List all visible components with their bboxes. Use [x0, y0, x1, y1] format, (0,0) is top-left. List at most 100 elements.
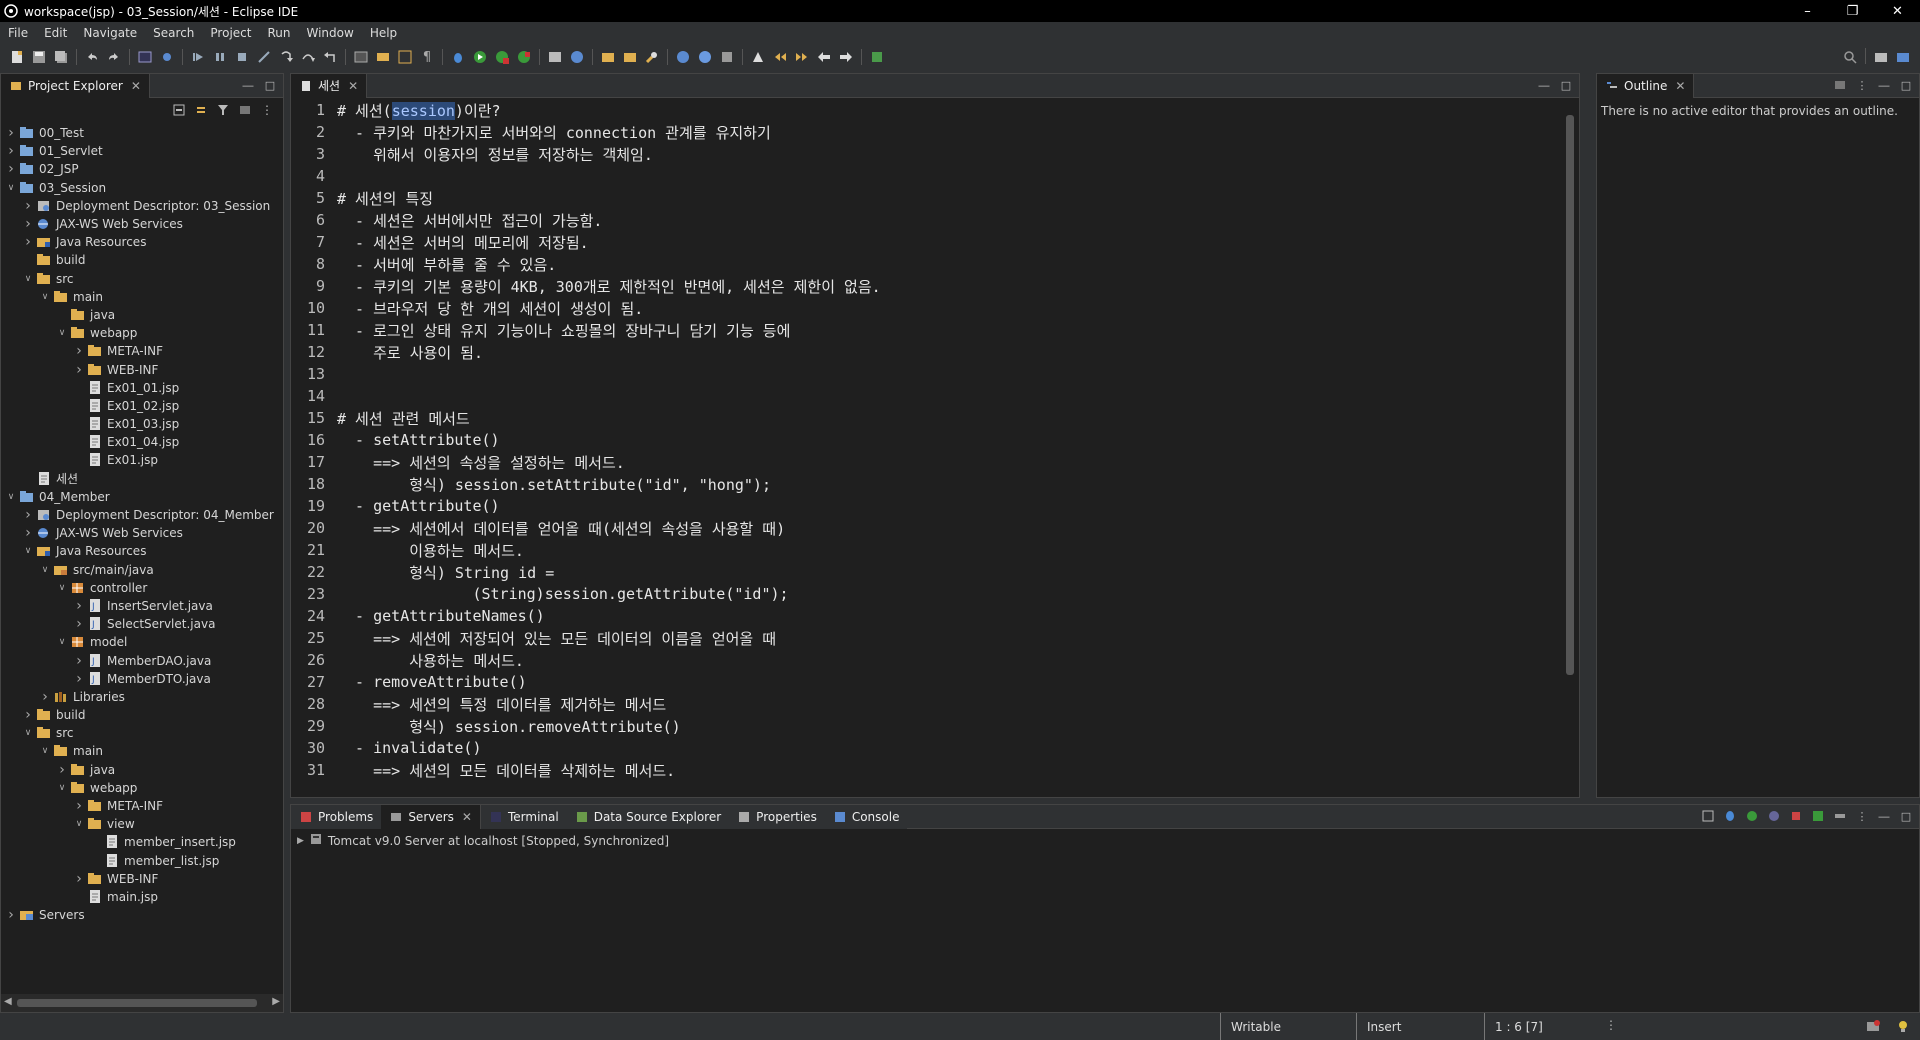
code-line[interactable]: 19 - getAttribute(): [291, 495, 1561, 517]
profile-server-icon[interactable]: [1767, 809, 1781, 823]
scroll-right-icon[interactable]: ▶: [272, 996, 280, 1007]
chevron-down-icon[interactable]: ∨: [22, 546, 34, 556]
focus-icon[interactable]: [237, 102, 253, 118]
minimize-button[interactable]: –: [1785, 0, 1830, 22]
debug-icon[interactable]: [449, 48, 467, 66]
chevron-down-icon[interactable]: ∨: [56, 637, 68, 647]
tree-item[interactable]: member_insert.jsp: [1, 833, 283, 851]
open-type-icon[interactable]: [374, 48, 392, 66]
focus-icon[interactable]: [1833, 78, 1847, 92]
new-server-icon[interactable]: [546, 48, 564, 66]
coverage-icon[interactable]: [493, 48, 511, 66]
new-icon[interactable]: [8, 48, 26, 66]
chevron-right-icon[interactable]: ›: [22, 507, 34, 523]
chevron-down-icon[interactable]: ∨: [22, 728, 34, 738]
view-menu-icon[interactable]: ⋮: [1855, 809, 1869, 823]
scroll-left-icon[interactable]: ◀: [4, 996, 12, 1007]
chevron-down-icon[interactable]: ∨: [73, 819, 85, 829]
tree-item[interactable]: › WEB-INF: [1, 360, 283, 378]
chevron-right-icon[interactable]: ›: [73, 871, 85, 887]
chevron-down-icon[interactable]: ∨: [56, 583, 68, 593]
code-line[interactable]: 15 # 세션 관련 메서드: [291, 407, 1561, 429]
chevron-right-icon[interactable]: ›: [73, 343, 85, 359]
redo-icon[interactable]: [105, 48, 123, 66]
search-toolbar-icon[interactable]: [643, 48, 661, 66]
close-icon[interactable]: ✕: [131, 79, 141, 93]
code-line[interactable]: 2 - 쿠키와 마찬가지로 서버와의 connection 관계를 유지하기: [291, 121, 1561, 143]
open-perspective-icon[interactable]: [1872, 48, 1890, 66]
tree-item[interactable]: › build: [1, 706, 283, 724]
tree-item[interactable]: › JAX-WS Web Services: [1, 215, 283, 233]
close-icon[interactable]: ✕: [462, 810, 472, 824]
tree-item[interactable]: ∨ 04_Member: [1, 488, 283, 506]
tab-properties[interactable]: Properties: [729, 804, 825, 829]
tab-console[interactable]: Console: [824, 804, 908, 829]
menu-run[interactable]: Run: [259, 26, 298, 40]
tree-item[interactable]: › J InsertServlet.java: [1, 597, 283, 615]
code-line[interactable]: 18 형식) session.setAttribute("id", "hong"…: [291, 473, 1561, 495]
chevron-right-icon[interactable]: ›: [22, 216, 34, 232]
code-line[interactable]: 27 - removeAttribute(): [291, 671, 1561, 693]
tree-item[interactable]: › 02_JSP: [1, 160, 283, 178]
chevron-right-icon[interactable]: ›: [5, 143, 17, 159]
chevron-right-icon[interactable]: ›: [5, 125, 17, 141]
status-cursor-position[interactable]: 1 : 6 [7]: [1484, 1013, 1604, 1040]
chevron-right-icon[interactable]: ›: [73, 362, 85, 378]
java-ee-perspective-icon[interactable]: [1894, 48, 1912, 66]
menu-project[interactable]: Project: [202, 26, 259, 40]
chevron-down-icon[interactable]: ∨: [39, 292, 51, 302]
tree-item[interactable]: › Servers: [1, 906, 283, 924]
resume-icon[interactable]: [189, 48, 207, 66]
maximize-view-icon[interactable]: □: [263, 78, 277, 92]
disconnect-icon[interactable]: [255, 48, 273, 66]
code-line[interactable]: 10 - 브라우저 당 한 개의 세션이 생성이 됨.: [291, 297, 1561, 319]
tree-item[interactable]: member_list.jsp: [1, 852, 283, 870]
tree-item[interactable]: › Deployment Descriptor: 04_Member: [1, 506, 283, 524]
status-insert-mode[interactable]: Insert: [1356, 1013, 1484, 1040]
code-line[interactable]: 1 # 세션(session)이란?: [291, 99, 1561, 121]
code-line[interactable]: 22 형식) String id =: [291, 561, 1561, 583]
minimize-view-icon[interactable]: ―: [1877, 809, 1891, 823]
code-line[interactable]: 24 - getAttributeNames(): [291, 605, 1561, 627]
debug-server-icon[interactable]: [1723, 809, 1737, 823]
restore-button[interactable]: ❐: [1830, 0, 1875, 22]
pilcrow-icon[interactable]: ¶: [418, 48, 436, 66]
code-line[interactable]: 23 (String)session.getAttribute("id");: [291, 583, 1561, 605]
open-task-icon[interactable]: [621, 48, 639, 66]
tree-item[interactable]: › 00_Test: [1, 124, 283, 142]
tree-item[interactable]: › J SelectServlet.java: [1, 615, 283, 633]
step-return-icon[interactable]: [321, 48, 339, 66]
tree-item[interactable]: › J MemberDTO.java: [1, 670, 283, 688]
code-line[interactable]: 13: [291, 363, 1561, 385]
tree-item[interactable]: ∨ webapp: [1, 779, 283, 797]
chevron-right-icon[interactable]: ›: [73, 671, 85, 687]
collapse-all-icon[interactable]: [1701, 809, 1715, 823]
tree-item[interactable]: ∨ 03_Session: [1, 179, 283, 197]
server-row[interactable]: ▶ Tomcat v9.0 Server at localhost [Stopp…: [291, 829, 1919, 852]
menu-search[interactable]: Search: [145, 26, 202, 40]
save-all-icon[interactable]: [52, 48, 70, 66]
editor-vertical-scrollbar[interactable]: [1563, 99, 1577, 779]
code-line[interactable]: 31 ==> 세션의 모든 데이터를 삭제하는 메서드.: [291, 759, 1561, 779]
tree-item[interactable]: ∨ main: [1, 288, 283, 306]
forward-icon[interactable]: [837, 48, 855, 66]
disconnect-icon[interactable]: [1833, 809, 1847, 823]
chevron-down-icon[interactable]: ∨: [22, 274, 34, 284]
editor-horizontal-scrollbar[interactable]: [291, 781, 1561, 797]
code-line[interactable]: 26 사용하는 메서드.: [291, 649, 1561, 671]
filter-icon[interactable]: [215, 102, 231, 118]
chevron-down-icon[interactable]: ∨: [56, 783, 68, 793]
web-browser-icon[interactable]: [674, 48, 692, 66]
start-server-icon[interactable]: [1745, 809, 1759, 823]
code-line[interactable]: 6 - 세션은 서버에서만 접근이 가능함.: [291, 209, 1561, 231]
chevron-down-icon[interactable]: ∨: [5, 492, 17, 502]
tab-data-source-explorer[interactable]: Data Source Explorer: [566, 804, 730, 829]
view-menu-icon[interactable]: ⋮: [1855, 78, 1869, 92]
tree-item[interactable]: ∨ src/main/java: [1, 561, 283, 579]
run-icon[interactable]: [471, 48, 489, 66]
maximize-view-icon[interactable]: □: [1899, 809, 1913, 823]
code-line[interactable]: 25 ==> 세션에 저장되어 있는 모든 데이터의 이름을 얻어올 때: [291, 627, 1561, 649]
tree-item[interactable]: › Libraries: [1, 688, 283, 706]
code-line[interactable]: 21 이용하는 메서드.: [291, 539, 1561, 561]
tree-item[interactable]: java: [1, 306, 283, 324]
